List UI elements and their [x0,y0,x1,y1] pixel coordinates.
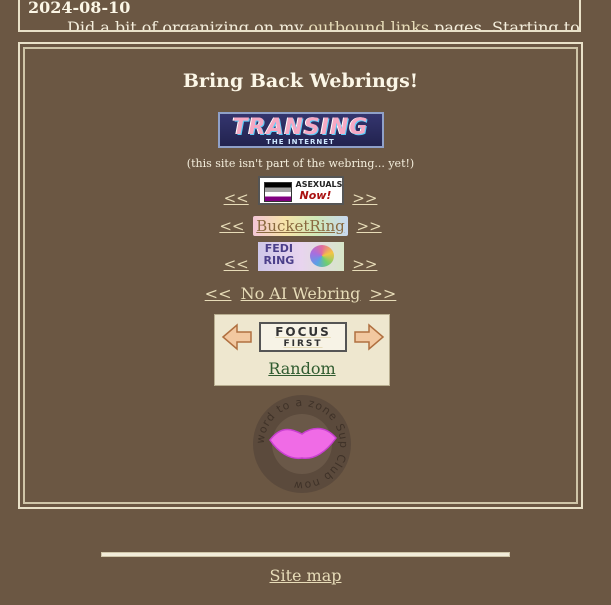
no-ai-prev-link[interactable]: << [205,284,232,303]
no-ai-webring-row: << No AI Webring >> [20,284,581,303]
bucketring-row: << BucketRing >> [20,216,581,236]
no-ai-next-link[interactable]: >> [370,284,397,303]
focus-random-link[interactable]: Random [268,359,335,378]
asexuals-prev-link[interactable]: << [224,189,249,207]
transing-logo-subtext: THE INTERNET [266,138,335,146]
asexuals-badge-line2: Now! [299,189,332,202]
fediring-badge-text: FEDI RING [264,243,295,267]
bucketring-next-link[interactable]: >> [357,217,382,235]
footer: Site map [0,566,611,585]
outbound-links-link[interactable]: outbound links [308,18,429,30]
focus-random-row: Random [215,359,389,378]
no-ai-webring-link[interactable]: No AI Webring [241,284,361,303]
sup-club-badge[interactable]: word to a zone Sup Club now [252,394,352,494]
webrings-panel: Bring Back Webrings! TRANSING THE INTERN… [18,42,583,509]
asexuals-now-badge[interactable]: ASEXUALS Now! [257,176,344,205]
asexuals-webring-row: << ASEXUALS Now! >> [20,176,581,207]
site-map-link[interactable]: Site map [269,566,341,585]
fediring-next-link[interactable]: >> [352,255,377,273]
transing-the-internet-banner[interactable]: TRANSING THE INTERNET [217,112,384,148]
fediverse-logo-icon [309,245,334,267]
log-text-prefix: Did a bit of organizing on my [67,18,309,32]
log-text: Did a bit of organizing on my outbound l… [67,18,580,32]
log-date: 2024-08-10 [28,0,131,17]
asexuals-next-link[interactable]: >> [352,189,377,207]
log-entry: 2024-08-10 Did a bit of organizing on my… [18,0,581,32]
fediring-row: << FEDI RING >> [20,242,581,273]
transing-row: TRANSING THE INTERNET [20,112,581,152]
focus-first-webring: FOCUS FIRST Random [214,314,390,386]
transing-logo-text: TRANSING [232,115,369,140]
webrings-title: Bring Back Webrings! [182,70,419,92]
log-text-suffix: pages. Starting to get [434,18,580,32]
asexual-flag-icon [263,182,292,202]
focus-next-arrow-icon[interactable] [353,323,385,351]
bucketring-link[interactable]: BucketRing [253,216,348,236]
focus-first-line2: FIRST [283,339,323,349]
focus-first-line1: FOCUS [275,325,331,339]
focus-first-badge[interactable]: FOCUS FIRST [259,322,347,352]
bucketring-prev-link[interactable]: << [219,217,244,235]
fediring-badge[interactable]: FEDI RING [257,242,344,271]
focus-prev-arrow-icon[interactable] [221,323,253,351]
fediring-line2: RING [263,254,295,267]
asexuals-badge-line1: ASEXUALS [295,180,343,189]
transing-note: (this site isn't part of the webring... … [186,157,415,170]
fediring-prev-link[interactable]: << [224,255,249,273]
footer-divider [101,552,510,557]
